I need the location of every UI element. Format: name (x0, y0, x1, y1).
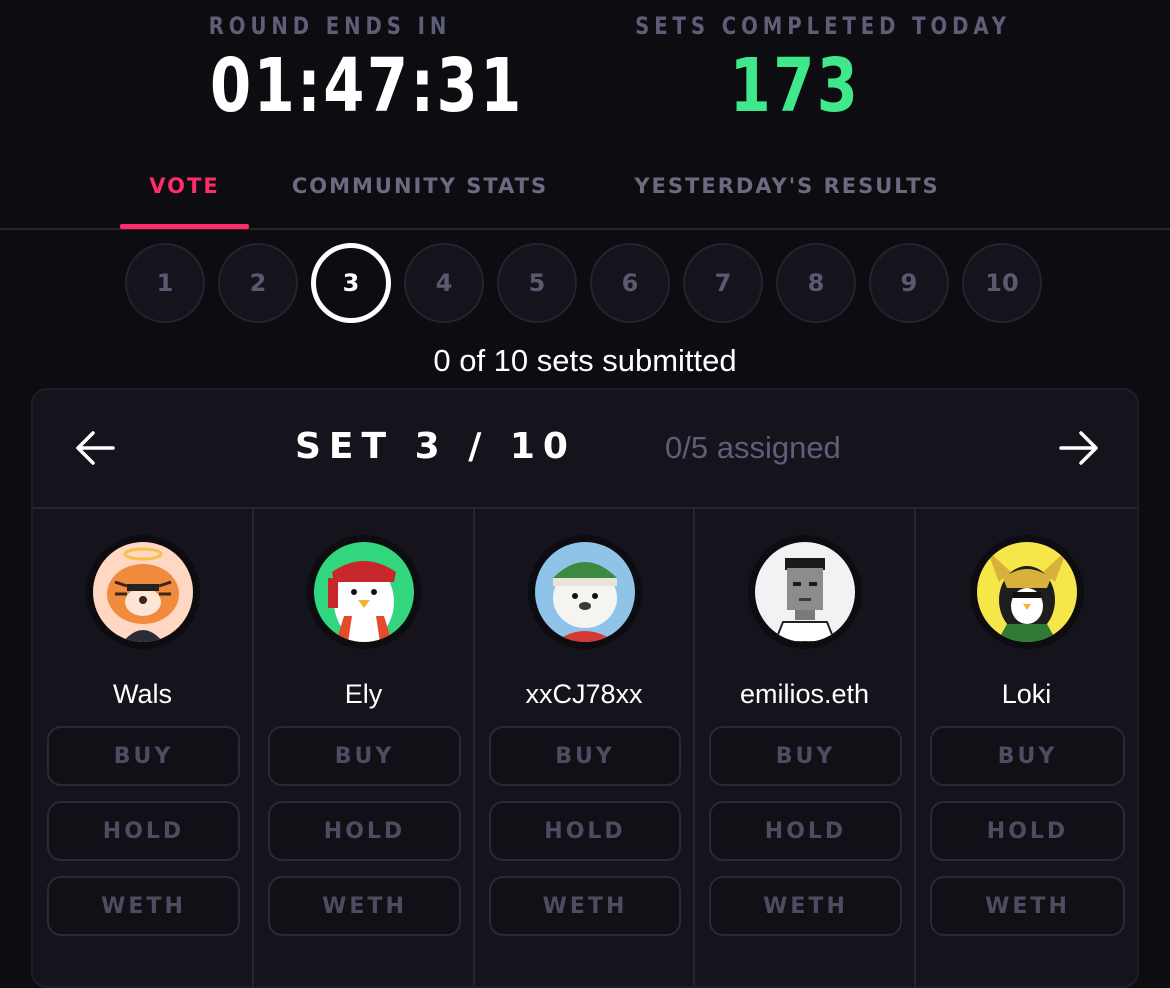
submitted-status: 0 of 10 sets submitted (433, 343, 737, 378)
set-card-header: SET 3 / 10 0/5 assigned (33, 390, 1137, 509)
round-countdown: 01:47:31 (210, 43, 524, 129)
step-8[interactable]: 8 (776, 243, 856, 323)
buy-button[interactable]: BUY (930, 726, 1125, 786)
set-card: SET 3 / 10 0/5 assigned Wals BUY HOLD WE… (31, 388, 1139, 988)
step-4[interactable]: 4 (404, 243, 484, 323)
tab-vote[interactable]: VOTE (120, 174, 249, 229)
member-column: xxCJ78xx BUY HOLD WETH (475, 509, 695, 986)
sets-completed-count: 173 (729, 43, 861, 129)
hold-button[interactable]: HOLD (709, 801, 902, 861)
member-name: Loki (1001, 679, 1052, 709)
round-timer-block: ROUND ENDS IN 01:47:31 (180, 12, 524, 129)
step-5[interactable]: 5 (497, 243, 577, 323)
pixel-man-avatar-icon (755, 542, 855, 642)
weth-button[interactable]: WETH (268, 876, 461, 936)
sets-completed-block: SETS COMPLETED TODAY 173 (600, 12, 1011, 129)
tab-yesterdays-results[interactable]: YESTERDAY'S RESULTS (608, 174, 966, 226)
step-6[interactable]: 6 (590, 243, 670, 323)
member-name: Wals (113, 679, 172, 709)
member-column: Ely BUY HOLD WETH (254, 509, 475, 986)
penguin-bandana-avatar[interactable] (307, 535, 421, 649)
bear-avatar-icon (535, 542, 635, 642)
penguin-avatar-icon (314, 542, 414, 642)
member-name: Ely (344, 679, 383, 709)
hold-button[interactable]: HOLD (489, 801, 681, 861)
weth-button[interactable]: WETH (489, 876, 681, 936)
hold-button[interactable]: HOLD (47, 801, 240, 861)
tab-bar: VOTE COMMUNITY STATS YESTERDAY'S RESULTS (0, 160, 1170, 230)
bear-beanie-avatar[interactable] (528, 535, 642, 649)
weth-button[interactable]: WETH (930, 876, 1125, 936)
arrow-left-icon[interactable] (73, 428, 117, 468)
member-name: emilios.eth (739, 679, 870, 709)
hold-button[interactable]: HOLD (930, 801, 1125, 861)
buy-button[interactable]: BUY (489, 726, 681, 786)
step-10[interactable]: 10 (962, 243, 1042, 323)
set-title: SET 3 / 10 (295, 426, 576, 467)
buy-button[interactable]: BUY (47, 726, 240, 786)
step-1[interactable]: 1 (125, 243, 205, 323)
weth-button[interactable]: WETH (47, 876, 240, 936)
step-9[interactable]: 9 (869, 243, 949, 323)
hold-button[interactable]: HOLD (268, 801, 461, 861)
step-7[interactable]: 7 (683, 243, 763, 323)
member-columns: Wals BUY HOLD WETH Ely BUY HOLD WETH xxC… (33, 509, 1137, 986)
member-column: Wals BUY HOLD WETH (33, 509, 254, 986)
weth-button[interactable]: WETH (709, 876, 902, 936)
pixel-man-avatar[interactable] (748, 535, 862, 649)
step-2[interactable]: 2 (218, 243, 298, 323)
buy-button[interactable]: BUY (709, 726, 902, 786)
arrow-right-icon[interactable] (1057, 428, 1101, 468)
penguin-loki-helmet-avatar[interactable] (970, 535, 1084, 649)
member-name: xxCJ78xx (525, 679, 643, 709)
member-column: emilios.eth BUY HOLD WETH (695, 509, 916, 986)
buy-button[interactable]: BUY (268, 726, 461, 786)
tiger-avatar-icon (93, 542, 193, 642)
round-ends-label: ROUND ENDS IN (208, 12, 452, 40)
tiger-halo-avatar[interactable] (86, 535, 200, 649)
loki-penguin-avatar-icon (977, 542, 1077, 642)
step-3-current[interactable]: 3 (311, 243, 391, 323)
member-column: Loki BUY HOLD WETH (916, 509, 1137, 986)
sets-completed-label: SETS COMPLETED TODAY (635, 12, 1011, 40)
tab-community-stats[interactable]: COMMUNITY STATS (268, 174, 572, 226)
assigned-count: 0/5 assigned (665, 430, 841, 465)
